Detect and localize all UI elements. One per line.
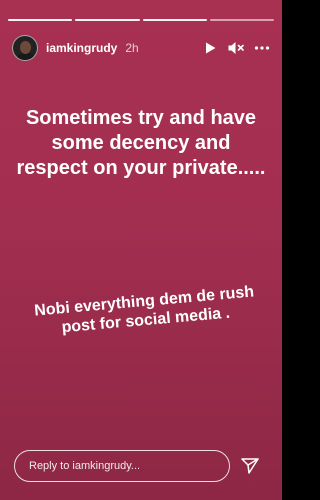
post-time: 2h	[125, 41, 139, 55]
story-secondary-text: Nobi everything dem de rush post for soc…	[33, 283, 255, 337]
story-viewer[interactable]: iamkingrudy 2h Sometimes try and have so…	[0, 0, 282, 500]
story-progress-bar	[8, 19, 274, 21]
mute-icon[interactable]	[226, 38, 246, 58]
more-icon[interactable]	[252, 38, 272, 58]
username[interactable]: iamkingrudy	[46, 41, 117, 55]
progress-segment	[75, 19, 140, 21]
paper-plane-icon[interactable]	[240, 456, 260, 476]
reply-box[interactable]	[14, 450, 230, 482]
avatar[interactable]	[12, 35, 38, 61]
story-controls	[200, 38, 272, 58]
play-icon[interactable]	[200, 38, 220, 58]
story-header: iamkingrudy 2h	[12, 34, 272, 62]
progress-segment-current	[209, 19, 274, 21]
progress-segment	[8, 19, 73, 21]
progress-segment	[142, 19, 207, 21]
story-main-text: Sometimes try and have some decency and …	[16, 107, 266, 179]
reply-input[interactable]	[29, 460, 229, 472]
